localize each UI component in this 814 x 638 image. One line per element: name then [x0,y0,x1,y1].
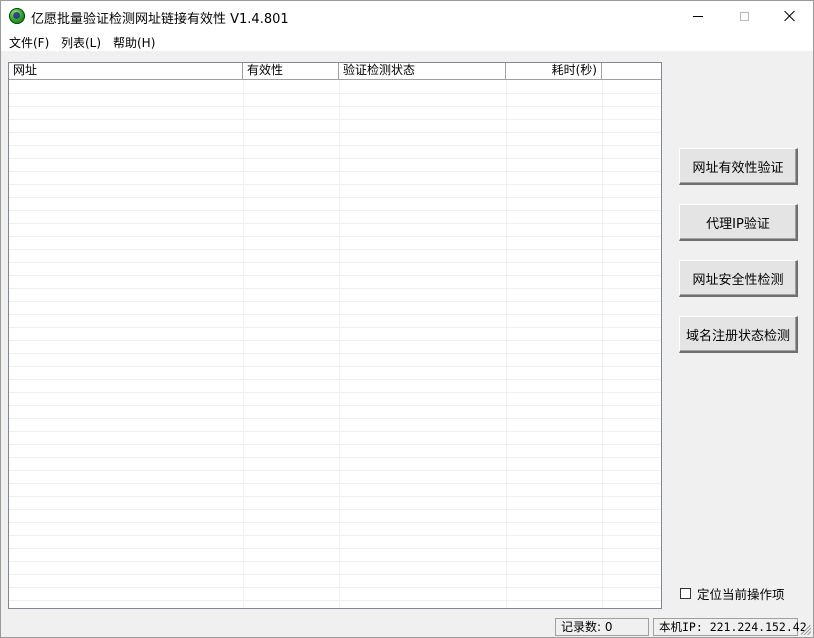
grid-row-line [9,210,661,211]
grid-column-line [243,80,244,608]
grid-row-line [9,405,661,406]
grid-row-line [9,158,661,159]
grid-column-line [506,80,507,608]
column-header-validity[interactable]: 有效性 [243,63,339,79]
menu-file[interactable]: 文件(F) [9,34,49,51]
grid-row-line [9,119,661,120]
grid-row-line [9,93,661,94]
grid-row-line [9,366,661,367]
grid-row-line [9,574,661,575]
validate-proxy-button[interactable]: 代理IP验证 [679,204,798,241]
minimize-button[interactable] [675,1,721,31]
grid-row-line [9,431,661,432]
grid-row-line [9,249,661,250]
list-body[interactable] [9,80,661,608]
grid-row-line [9,236,661,237]
menu-list[interactable]: 列表(L) [61,34,101,51]
grid-row-line [9,184,661,185]
grid-row-line [9,145,661,146]
grid-row-line [9,106,661,107]
grid-row-line [9,340,661,341]
grid-row-line [9,197,661,198]
maximize-button[interactable] [721,1,767,31]
security-check-button[interactable]: 网址安全性检测 [679,260,798,297]
grid-row-line [9,379,661,380]
grid-row-line [9,548,661,549]
app-globe-icon [9,8,25,24]
locate-current-label[interactable]: 定位当前操作项 [697,584,785,603]
app-window: 亿愿批量验证检测网址链接有效性 V1.4.801 文件(F) 列表(L) 帮助(… [0,0,814,638]
grid-row-line [9,587,661,588]
window-title: 亿愿批量验证检测网址链接有效性 V1.4.801 [31,12,289,27]
grid-row-line [9,600,661,601]
grid-row-line [9,327,661,328]
security-check-label: 网址安全性检测 [692,272,784,288]
record-count: 记录数: 0 [555,618,649,636]
grid-column-line [339,80,340,608]
close-button[interactable] [767,1,813,31]
grid-row-line [9,171,661,172]
menu-help[interactable]: 帮助(H) [113,34,155,51]
status-bar: 记录数: 0 本机IP: 221.224.152.42 [1,617,813,637]
grid-row-line [9,535,661,536]
grid-row-line [9,223,661,224]
grid-row-line [9,496,661,497]
list-header: 网址 有效性 验证检测状态 耗时(秒) [9,63,661,80]
validate-urls-label: 网址有效性验证 [692,160,784,176]
domain-check-label: 域名注册状态检测 [685,328,790,344]
validate-urls-button[interactable]: 网址有效性验证 [679,148,798,185]
grid-row-line [9,522,661,523]
column-header-url[interactable]: 网址 [9,63,243,79]
grid-row-line [9,561,661,562]
locate-current-checkbox[interactable] [680,587,691,599]
grid-row-line [9,457,661,458]
grid-row-line [9,301,661,302]
grid-row-line [9,353,661,354]
menu-bar: 文件(F) 列表(L) 帮助(H) [1,31,813,52]
grid-row-line [9,470,661,471]
locate-current-option[interactable]: 定位当前操作项 [680,584,785,603]
grid-row-line [9,418,661,419]
grid-row-line [9,483,661,484]
grid-row-line [9,314,661,315]
resize-grip-icon[interactable] [801,625,811,635]
column-header-status[interactable]: 验证检测状态 [339,63,506,79]
column-header-time[interactable]: 耗时(秒) [506,63,602,79]
maximize-icon [739,11,749,21]
validate-proxy-label: 代理IP验证 [706,216,770,232]
column-header-extra[interactable] [602,63,661,79]
domain-check-button[interactable]: 域名注册状态检测 [679,316,798,353]
minimize-icon [693,15,703,17]
grid-row-line [9,262,661,263]
grid-row-line [9,509,661,510]
grid-column-line [602,80,603,608]
title-bar[interactable]: 亿愿批量验证检测网址链接有效性 V1.4.801 [1,1,813,31]
grid-row-line [9,392,661,393]
close-icon [784,10,796,22]
url-list-view[interactable]: 网址 有效性 验证检测状态 耗时(秒) [8,62,662,609]
grid-row-line [9,275,661,276]
grid-row-line [9,444,661,445]
local-ip: 本机IP: 221.224.152.42 [653,618,807,636]
grid-row-line [9,288,661,289]
grid-row-line [9,132,661,133]
